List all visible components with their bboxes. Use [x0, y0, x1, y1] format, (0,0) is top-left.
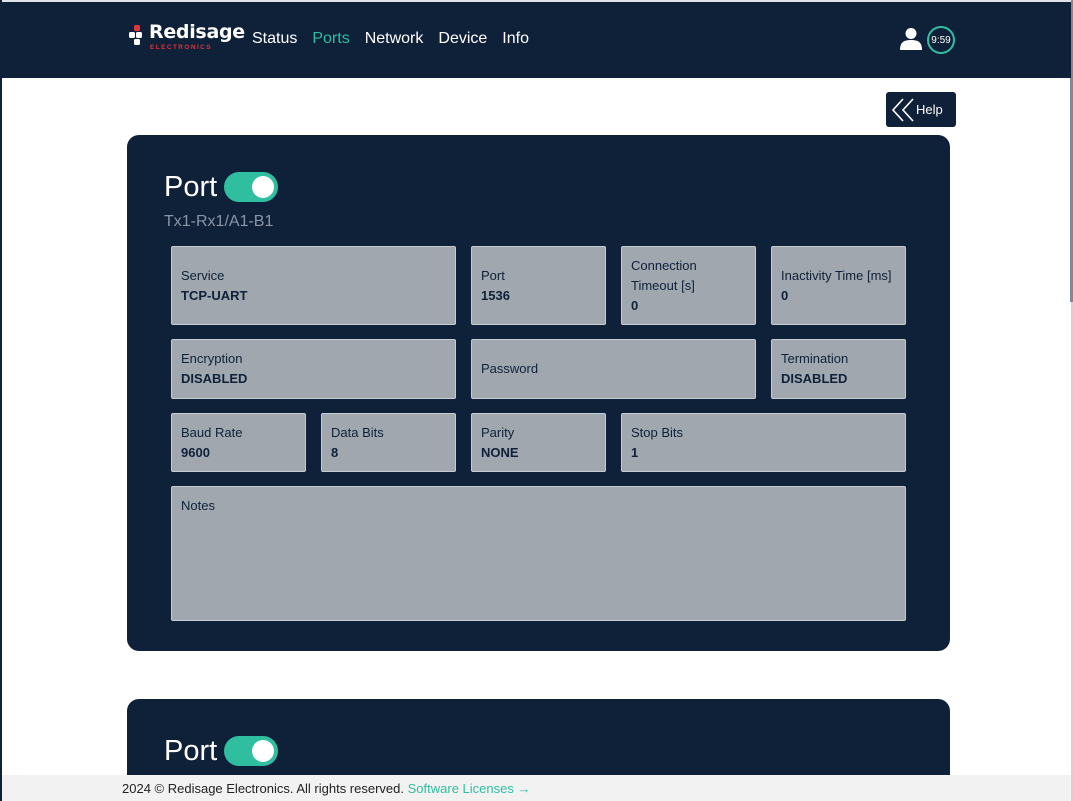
navbar-top-border	[2, 0, 1071, 2]
software-licenses-link[interactable]: Software Licenses →	[408, 781, 531, 796]
parity-label: Parity	[481, 425, 515, 440]
data-bits-field[interactable]: Data Bits 8	[321, 413, 456, 472]
termination-field[interactable]: Termination DISABLED	[771, 339, 906, 399]
port-number-label: Port	[481, 268, 505, 283]
nav-item-ports[interactable]: Ports	[312, 30, 349, 48]
port-subtitle: Tx1-Rx1/A1-B1	[164, 213, 274, 230]
baud-rate-value: 9600	[181, 445, 210, 460]
connection-timeout-field[interactable]: Connection Timeout [s] 0	[621, 246, 756, 325]
nav-item-info[interactable]: Info	[502, 30, 529, 48]
notes-label: Notes	[181, 498, 215, 513]
port-enable-toggle[interactable]	[224, 172, 278, 202]
baud-rate-label: Baud Rate	[181, 425, 243, 440]
inactivity-time-value: 0	[781, 288, 789, 303]
service-field[interactable]: Service TCP-UART	[171, 246, 456, 325]
main-nav: Status Ports Network Device Info	[252, 30, 544, 48]
service-label: Service	[181, 268, 225, 283]
inactivity-time-label: Inactivity Time [ms]	[781, 268, 892, 283]
port-number-value: 1536	[481, 288, 510, 303]
termination-label: Termination	[781, 351, 849, 366]
port-title: Port	[164, 171, 218, 203]
port-number-field[interactable]: Port 1536	[471, 246, 606, 325]
stop-bits-field[interactable]: Stop Bits 1	[621, 413, 906, 472]
stop-bits-label: Stop Bits	[631, 425, 684, 440]
encryption-label: Encryption	[181, 351, 243, 366]
help-label: Help	[916, 102, 943, 117]
data-bits-value: 8	[331, 445, 339, 460]
toggle-knob	[252, 740, 274, 762]
double-chevron-left-icon	[892, 98, 914, 122]
port-enable-toggle[interactable]	[224, 736, 278, 766]
port-card: Port Tx1-Rx1/A1-B1 Service TCP-UART Port…	[127, 135, 950, 651]
encryption-field[interactable]: Encryption DISABLED	[171, 339, 456, 399]
parity-field[interactable]: Parity NONE	[471, 413, 606, 472]
window-left-edge	[0, 0, 2, 801]
termination-value: DISABLED	[781, 371, 848, 386]
copyright-text: 2024 © Redisage Electronics. All rights …	[122, 781, 404, 796]
connection-timeout-label: Connection Timeout [s]	[631, 258, 697, 293]
brand-tagline: ELECTRONICS	[150, 44, 212, 51]
password-label: Password	[481, 361, 539, 376]
port-title: Port	[164, 735, 218, 767]
nav-item-status[interactable]: Status	[252, 30, 297, 48]
inactivity-time-field[interactable]: Inactivity Time [ms] 0	[771, 246, 906, 325]
parity-value: NONE	[481, 445, 519, 460]
page-footer: 2024 © Redisage Electronics. All rights …	[2, 775, 1071, 801]
nav-item-network[interactable]: Network	[365, 30, 424, 48]
stop-bits-value: 1	[631, 445, 639, 460]
top-navbar: Redisage ELECTRONICS Status Ports Networ…	[2, 0, 1071, 78]
connection-timeout-value: 0	[631, 298, 639, 313]
baud-rate-field[interactable]: Baud Rate 9600	[171, 413, 306, 472]
nav-item-device[interactable]: Device	[438, 30, 487, 48]
password-field[interactable]: Password	[471, 339, 756, 399]
encryption-value: DISABLED	[181, 371, 248, 386]
logo-mark-icon	[129, 25, 142, 45]
data-bits-label: Data Bits	[331, 425, 384, 440]
user-icon[interactable]	[900, 27, 922, 51]
toggle-knob	[252, 176, 274, 198]
brand-logo[interactable]: Redisage ELECTRONICS	[129, 21, 245, 55]
notes-field[interactable]: Notes	[171, 486, 906, 621]
brand-name: Redisage	[149, 21, 245, 43]
footer-text: 2024 © Redisage Electronics. All rights …	[122, 781, 530, 796]
session-timer: 9:59	[927, 26, 955, 54]
service-value: TCP-UART	[181, 288, 248, 303]
help-button[interactable]: Help	[886, 92, 956, 127]
